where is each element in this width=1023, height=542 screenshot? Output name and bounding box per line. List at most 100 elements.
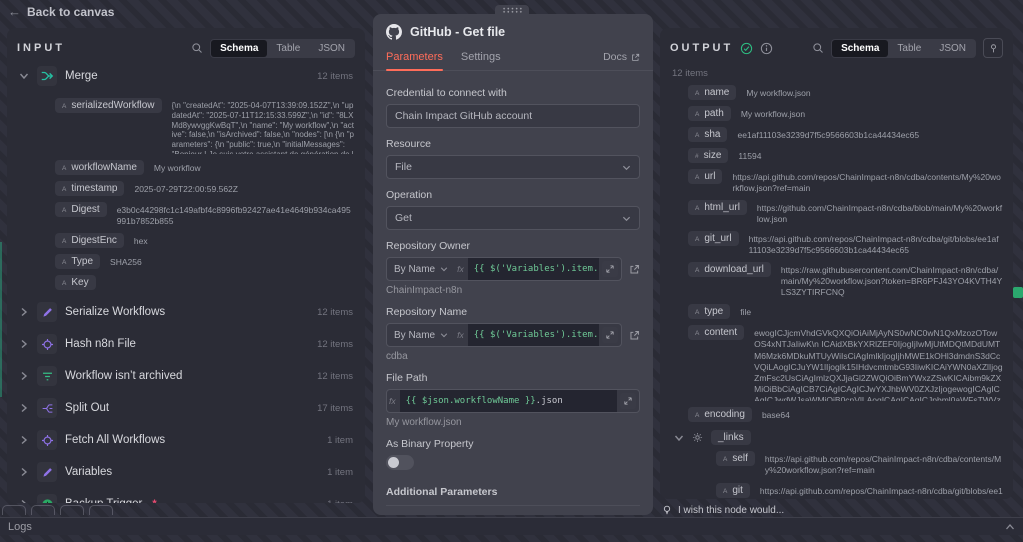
field-key-pill[interactable]: A Type (55, 254, 101, 270)
repository-owner-label: Repository Owner (386, 240, 471, 252)
back-to-canvas-button[interactable]: ← Back to canvas (8, 4, 114, 19)
node-detail-panel: GitHub - Get file Parameters Settings Do… (373, 14, 653, 536)
input-panel-title: INPUT (17, 42, 65, 54)
input-tab-table[interactable]: Table (267, 40, 309, 57)
chevron-right-icon[interactable] (19, 371, 29, 381)
field-key-pill[interactable]: Ahtml_url (688, 200, 747, 216)
external-link-icon[interactable] (629, 330, 640, 341)
output-group-links[interactable]: _links (670, 430, 1003, 446)
string-type-icon: A (62, 207, 67, 214)
output-tab-schema[interactable]: Schema (832, 39, 889, 57)
operation-select[interactable]: Get (386, 206, 640, 230)
node-feedback-link[interactable]: I wish this node would... (662, 505, 784, 516)
input-group-split-out[interactable]: Split Out 17 items (17, 392, 355, 424)
input-group-backup-trigger[interactable]: Backup Trigger * 1 item (17, 488, 355, 503)
canvas-node-edge (1013, 287, 1023, 298)
field-key-pill[interactable]: Agit (716, 482, 750, 498)
input-group-fetch-all-workflows[interactable]: Fetch All Workflows 1 item (17, 424, 355, 456)
field-key-pill[interactable]: Apath (688, 106, 731, 121)
file-path-input[interactable]: fx {{ $json.workflowName }} .json (386, 389, 640, 413)
credential-select[interactable]: Chain Impact GitHub account (386, 104, 640, 128)
field-value: https://api.github.com/repos/ChainImpact… (732, 172, 1001, 194)
input-group-serialize-workflows[interactable]: Serialize Workflows 12 items (17, 296, 355, 328)
field-value: {\n "createdAt": "2025-04-07T13:39:09.15… (171, 101, 354, 154)
schema-field-row: # size 11594 (688, 148, 1003, 163)
schema-field-row: Acontent ewogICJjcmVhdGVkQXQiOiAiMjAyNS0… (688, 325, 1003, 401)
pin-data-button[interactable] (983, 38, 1003, 58)
field-key-pill[interactable]: A Key (55, 275, 96, 291)
chevron-right-icon[interactable] (19, 467, 29, 477)
field-key-pill[interactable]: Aself (716, 451, 755, 467)
chevron-right-icon[interactable] (19, 499, 29, 503)
field-key-pill[interactable]: Aurl (688, 169, 723, 184)
output-tab-table[interactable]: Table (888, 40, 930, 57)
chevron-down-icon[interactable] (19, 71, 29, 81)
expand-expression-icon[interactable] (602, 327, 618, 343)
chevron-down-icon (622, 214, 631, 223)
external-link-icon[interactable] (629, 264, 640, 275)
field-value: file (740, 307, 752, 318)
fx-icon: fx (457, 330, 464, 340)
logs-bar[interactable]: Logs (0, 517, 1023, 535)
field-value: hex (133, 236, 148, 247)
string-type-icon: A (695, 132, 700, 139)
input-group-variables[interactable]: Variables 1 item (17, 456, 355, 488)
schema-field-row: Atimestamp 2025-07-29T22:00:59.562Z (55, 181, 355, 196)
canvas-connection-line (0, 242, 2, 397)
field-key-pill[interactable]: Aencoding (688, 407, 752, 423)
input-group-hash-n8n-file[interactable]: Hash n8n File 12 items (17, 328, 355, 360)
field-key-pill[interactable]: _links (711, 430, 751, 446)
repository-name-input[interactable]: By Name fx {{ $('Variables').item.json.g… (386, 323, 622, 347)
field-key-pill[interactable]: Adownload_url (688, 262, 771, 278)
docs-link[interactable]: Docs (603, 51, 640, 66)
split-node-icon (37, 398, 57, 419)
input-group-workflow-isnt-archived[interactable]: Workflow isn’t archived 12 items (17, 360, 355, 392)
chevron-right-icon[interactable] (19, 307, 29, 317)
repository-owner-input[interactable]: By Name fx {{ $('Variables').item.json.g… (386, 257, 622, 281)
additional-parameters-label: Additional Parameters (386, 486, 498, 498)
field-key-pill[interactable]: Agit_url (688, 231, 739, 247)
field-value: My workflow.json (740, 109, 806, 119)
info-icon[interactable] (760, 42, 773, 55)
item-count: 12 items (317, 70, 353, 82)
chevron-down-icon[interactable] (674, 433, 684, 443)
output-panel: OUTPUT Schema Table JSON 12 items Aname … (660, 28, 1013, 499)
input-tab-schema[interactable]: Schema (211, 39, 268, 57)
as-binary-property-toggle[interactable] (386, 455, 414, 470)
input-tab-json[interactable]: JSON (309, 40, 354, 57)
schema-field-row: A Digest e3b0c44298fc1c149afbf4c8996fb924… (55, 202, 355, 227)
chevron-right-icon[interactable] (19, 403, 29, 413)
field-key-pill[interactable]: A DigestEnc (55, 233, 124, 249)
string-type-icon: A (695, 267, 700, 275)
field-key-pill[interactable]: AserializedWorkflow (55, 98, 162, 113)
expand-expression-icon[interactable] (602, 261, 618, 277)
field-key-pill[interactable]: Acontent (688, 325, 745, 341)
field-key-pill[interactable]: Atype (688, 304, 731, 320)
schema-field-row: Adownload_url https://raw.githubusercont… (688, 262, 1003, 298)
fx-icon: fx (389, 396, 396, 406)
input-group-merge[interactable]: Merge 12 items (17, 60, 355, 92)
chevron-right-icon[interactable] (19, 339, 29, 349)
expand-expression-icon[interactable] (620, 393, 636, 409)
tab-settings[interactable]: Settings (461, 47, 501, 70)
tab-parameters[interactable]: Parameters (386, 47, 443, 71)
resource-select[interactable]: File (386, 155, 640, 179)
chevron-up-icon[interactable] (1005, 522, 1015, 532)
output-items-count: 12 items (672, 68, 708, 79)
field-value: e3b0c44298fc1c149afbf4c8996fb92427ae41e4… (116, 205, 351, 227)
field-key-pill[interactable]: AworkflowName (55, 160, 144, 175)
schema-field-row: Aself https://api.github.com/repos/Chain… (716, 451, 1003, 476)
chevron-right-icon[interactable] (19, 435, 29, 445)
field-key-pill[interactable]: A Digest (55, 202, 107, 217)
schema-field-row: Agit_url https://api.github.com/repos/Ch… (688, 231, 1003, 256)
field-value: SHA256 (110, 257, 142, 268)
search-icon[interactable] (812, 42, 824, 54)
search-icon[interactable] (191, 42, 203, 54)
mode-select[interactable]: By Name (387, 324, 455, 346)
mode-select[interactable]: By Name (387, 258, 455, 280)
output-tab-json[interactable]: JSON (930, 40, 975, 57)
field-key-pill[interactable]: Asha (688, 127, 728, 142)
field-key-pill[interactable]: # size (688, 148, 729, 163)
field-key-pill[interactable]: Aname (688, 85, 737, 100)
field-key-pill[interactable]: Atimestamp (55, 181, 125, 196)
